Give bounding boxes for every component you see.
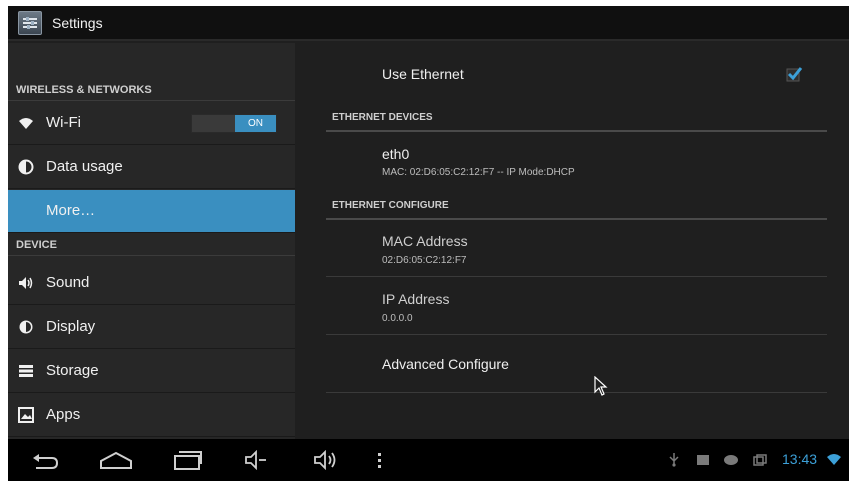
ethernet-devices-header: ETHERNET DEVICES	[332, 112, 433, 123]
ethernet-settings-pane: Use Ethernet ETHERNET DEVICES eth0 MAC: …	[295, 43, 849, 439]
category-device: DEVICE	[8, 234, 295, 256]
apps-icon	[18, 407, 34, 423]
data-usage-icon	[18, 159, 34, 175]
wifi-status-icon	[826, 452, 842, 471]
volume-up-icon[interactable]	[313, 449, 341, 475]
system-navigation-bar: 13:43	[8, 439, 849, 481]
mouse-cursor-icon	[594, 375, 608, 396]
row-divider	[326, 276, 827, 277]
row-divider	[326, 334, 827, 335]
home-icon[interactable]	[99, 450, 133, 475]
section-divider	[326, 130, 827, 132]
menu-icon[interactable]	[377, 452, 383, 473]
sidebar-item-apps[interactable]: Apps	[8, 394, 295, 437]
ip-address-value: 0.0.0.0	[382, 313, 413, 324]
sidebar-item-label: Display	[46, 318, 96, 335]
mac-address-label[interactable]: MAC Address	[382, 233, 468, 249]
sidebar-item-label: More…	[46, 202, 96, 219]
sidebar-item-label: Data usage	[46, 158, 123, 175]
app-title: Settings	[52, 15, 103, 31]
status-clock: 13:43	[782, 451, 818, 467]
settings-screen: Settings WIRELESS & NETWORKS Wi-Fi ON Da…	[8, 6, 849, 481]
sidebar-item-label: Storage	[46, 362, 99, 379]
sd-card-icon	[696, 453, 710, 471]
gamepad-icon	[723, 453, 739, 471]
screenshot-icon	[753, 453, 767, 471]
sidebar-item-data-usage[interactable]: Data usage	[8, 146, 295, 189]
ethernet-configure-header: ETHERNET CONFIGURE	[332, 200, 449, 211]
back-icon[interactable]	[30, 450, 60, 475]
category-wireless-networks: WIRELESS & NETWORKS	[8, 79, 295, 101]
sidebar-item-wifi[interactable]: Wi-Fi ON	[8, 102, 295, 145]
wifi-toggle-on: ON	[235, 115, 276, 132]
recent-apps-icon[interactable]	[171, 450, 203, 475]
section-divider	[326, 218, 827, 220]
device-info: MAC: 02:D6:05:C2:12:F7 -- IP Mode:DHCP	[382, 167, 575, 178]
use-ethernet-label[interactable]: Use Ethernet	[382, 66, 464, 82]
row-divider	[326, 392, 827, 393]
sidebar-item-sound[interactable]: Sound	[8, 262, 295, 305]
use-ethernet-checkbox[interactable]	[786, 65, 804, 83]
settings-app-icon[interactable]	[18, 11, 42, 35]
action-bar: Settings	[8, 6, 849, 41]
settings-sidebar: WIRELESS & NETWORKS Wi-Fi ON Data usage	[8, 43, 295, 439]
sidebar-item-label: Sound	[46, 274, 90, 291]
storage-icon	[18, 363, 34, 379]
advanced-configure-item[interactable]: Advanced Configure	[382, 356, 509, 372]
speaker-icon	[18, 275, 34, 291]
mac-address-value: 02:D6:05:C2:12:F7	[382, 255, 467, 266]
wifi-icon	[18, 115, 34, 131]
device-name[interactable]: eth0	[382, 146, 409, 162]
volume-down-icon[interactable]	[244, 449, 268, 475]
sidebar-item-label: Wi-Fi	[46, 114, 81, 131]
sidebar-item-display[interactable]: Display	[8, 306, 295, 349]
ip-address-label[interactable]: IP Address	[382, 291, 449, 307]
sidebar-item-label: Apps	[46, 406, 81, 423]
wifi-toggle[interactable]: ON	[191, 114, 277, 133]
sidebar-item-storage[interactable]: Storage	[8, 350, 295, 393]
usb-icon	[668, 453, 680, 472]
display-icon	[18, 319, 34, 335]
sidebar-item-more[interactable]: More…	[8, 190, 295, 233]
